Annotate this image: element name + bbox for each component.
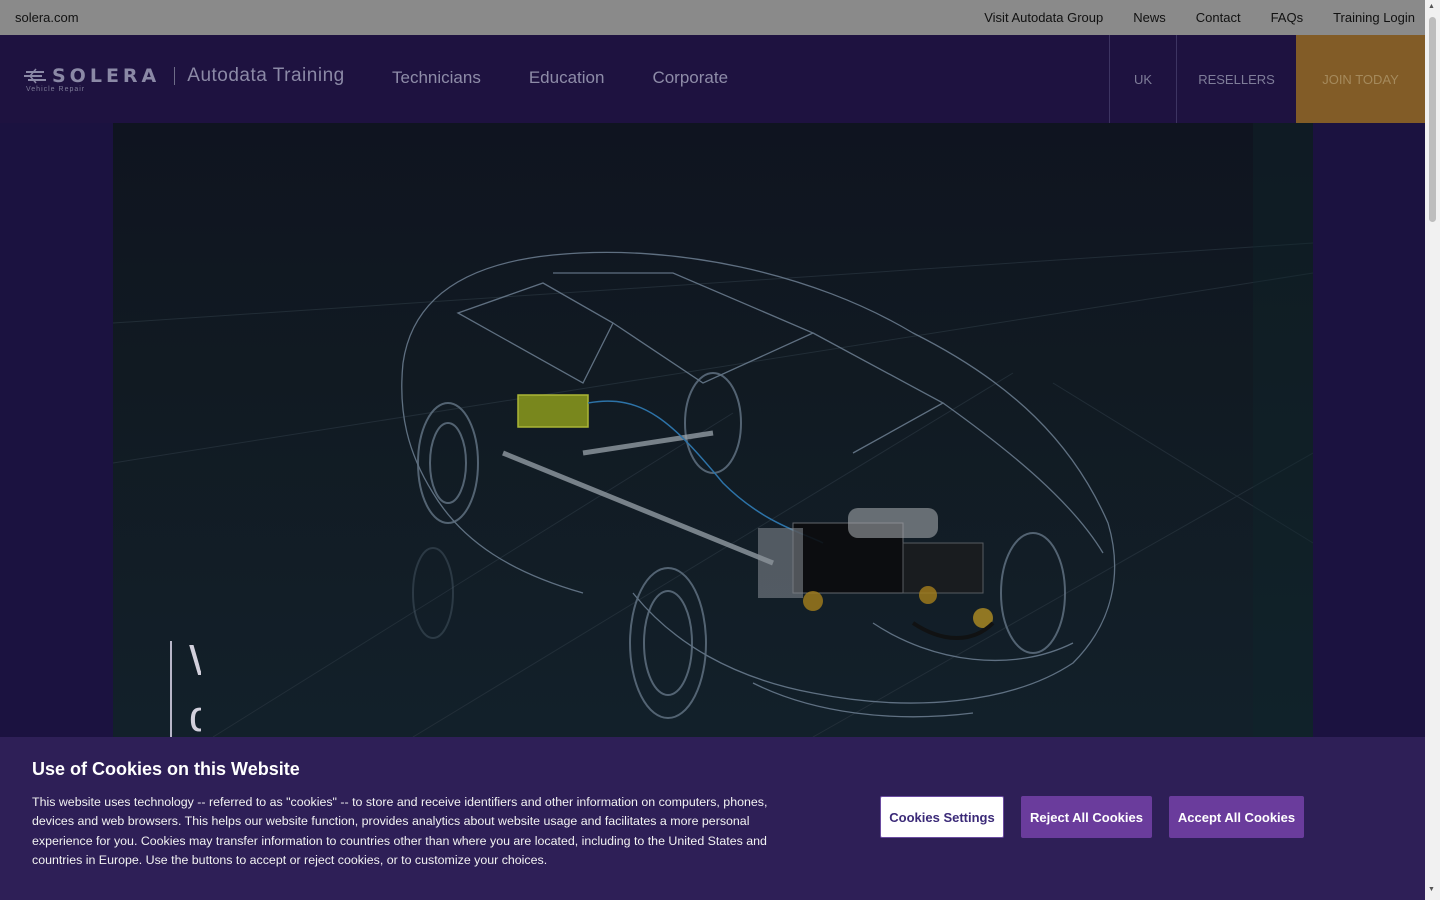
- hero-car-illustration: [113, 123, 1313, 737]
- hero-accent-line: [170, 641, 172, 737]
- nav-right-actions: UK RESELLERS JOIN TODAY: [1109, 35, 1425, 123]
- resellers-button[interactable]: RESELLERS: [1176, 35, 1296, 123]
- solera-subtitle: Vehicle Repair: [26, 86, 86, 93]
- brand-logo[interactable]: SOLERA Autodata Training: [24, 65, 345, 87]
- solera-wordmark: SOLERA: [52, 65, 161, 87]
- scroll-up-arrow-icon[interactable]: ▲: [1428, 3, 1435, 10]
- brand-product-name: Autodata Training: [187, 65, 345, 86]
- join-today-button[interactable]: JOIN TODAY: [1296, 35, 1425, 123]
- region-selector[interactable]: UK: [1109, 35, 1176, 123]
- visit-autodata-group-link[interactable]: Visit Autodata Group: [984, 10, 1103, 25]
- main-navigation: SOLERA Autodata Training Vehicle Repair …: [0, 35, 1425, 123]
- nav-corporate[interactable]: Corporate: [652, 68, 728, 88]
- cookie-banner-title: Use of Cookies on this Website: [32, 759, 300, 779]
- nav-education[interactable]: Education: [529, 68, 605, 88]
- utility-bar: solera.com Visit Autodata Group News Con…: [0, 0, 1425, 35]
- solera-com-link[interactable]: solera.com: [15, 10, 79, 25]
- page-scrollbar[interactable]: ▲ ▼: [1425, 0, 1440, 900]
- reject-all-cookies-button[interactable]: Reject All Cookies: [1021, 796, 1152, 838]
- cookie-banner-text: This website uses technology -- referred…: [32, 795, 768, 868]
- cookies-settings-button[interactable]: Cookies Settings: [880, 796, 1004, 838]
- training-login-link[interactable]: Training Login: [1333, 10, 1415, 25]
- cookie-actions: Cookies Settings Reject All Cookies Acce…: [880, 796, 1304, 838]
- nav-technicians[interactable]: Technicians: [392, 68, 481, 88]
- primary-nav-links: Technicians Education Corporate: [392, 68, 728, 88]
- brand-divider: [174, 67, 176, 85]
- cookie-banner: Use of Cookies on this Website This webs…: [0, 737, 1425, 900]
- utility-links: Visit Autodata Group News Contact FAQs T…: [984, 10, 1415, 25]
- contact-link[interactable]: Contact: [1196, 10, 1241, 25]
- scroll-down-arrow-icon[interactable]: ▼: [1428, 886, 1435, 893]
- accept-all-cookies-button[interactable]: Accept All Cookies: [1169, 796, 1304, 838]
- hero-banner: W d: [113, 123, 1313, 737]
- scroll-thumb[interactable]: [1429, 17, 1436, 222]
- faqs-link[interactable]: FAQs: [1271, 10, 1304, 25]
- news-link[interactable]: News: [1133, 10, 1166, 25]
- hero-headline: W d: [189, 633, 201, 737]
- solera-logo-icon: [24, 68, 46, 84]
